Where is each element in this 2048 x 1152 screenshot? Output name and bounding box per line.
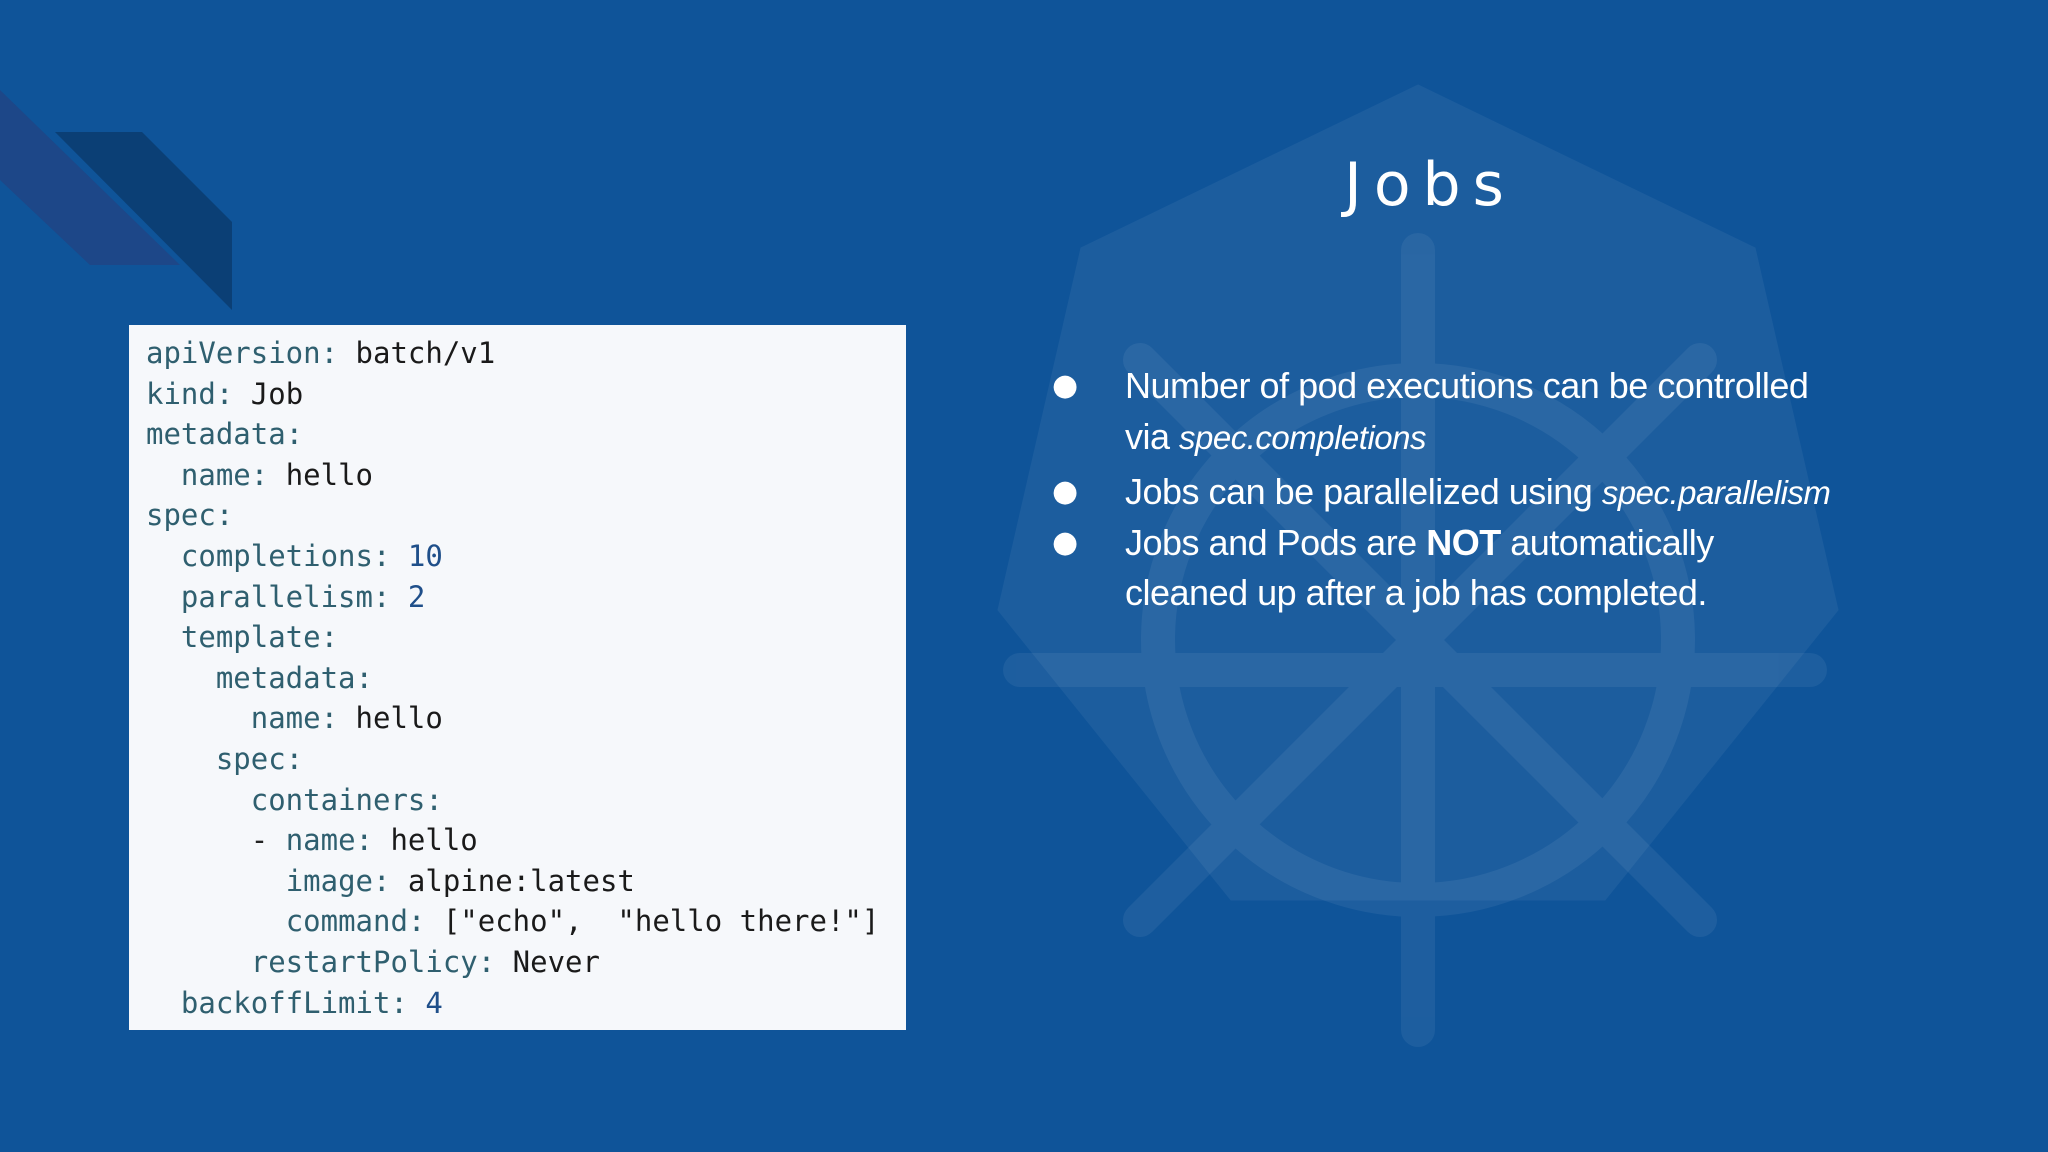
code-line: kind: Job xyxy=(146,374,906,415)
code-line: - name: hello xyxy=(146,820,906,861)
code-value: Never xyxy=(495,944,600,979)
bullet-text-line2: cleaned up after a job has completed. xyxy=(1125,572,1707,613)
code-value: alpine:latest xyxy=(390,863,635,898)
bullet-completions: ● Number of pod executions can be contro… xyxy=(1048,360,1948,463)
code-key: containers: xyxy=(250,782,443,817)
not-emphasis: NOT xyxy=(1426,522,1501,563)
code-value: ["echo", "hello there!"] xyxy=(425,904,880,939)
code-value: Job xyxy=(233,376,304,411)
code-line: command: ["echo", "hello there!"] xyxy=(146,901,906,942)
bullet-text-line1: Jobs and Pods are NOT automatically xyxy=(1125,518,1948,568)
code-value: hello xyxy=(268,457,373,492)
code-key: image: xyxy=(285,863,391,898)
slide-title: Jobs xyxy=(1344,150,1516,220)
yaml-code-block: apiVersion: batch/v1 kind: Job metadata: n… xyxy=(129,325,906,1030)
code-line: name: hello xyxy=(146,455,906,496)
spec-completions-term: spec.completions xyxy=(1179,419,1426,456)
bullet-text-prefix: Jobs can be parallelized using xyxy=(1125,471,1602,512)
bullet-text-suffix: automatically xyxy=(1500,522,1714,563)
code-line: parallelism: 2 xyxy=(146,577,906,618)
spec-parallelism-term: spec.parallelism xyxy=(1601,474,1831,511)
code-line: backoffLimit: 4 xyxy=(146,983,906,1024)
code-key: completions: xyxy=(180,538,391,573)
code-key: name: xyxy=(250,701,339,736)
code-key: metadata: xyxy=(146,417,304,452)
code-key: spec: xyxy=(215,741,304,776)
bullet-dot-icon: ● xyxy=(1052,525,1078,560)
code-value: batch/v1 xyxy=(338,336,496,370)
code-key: name: xyxy=(285,823,373,858)
code-line: containers: xyxy=(146,780,906,821)
code-key: name: xyxy=(180,457,269,492)
bullet-dot-icon: ● xyxy=(1052,368,1078,403)
code-key: template: xyxy=(180,620,339,655)
code-line: spec: xyxy=(146,739,906,780)
code-line: apiVersion: batch/v1 xyxy=(146,333,906,374)
bullet-parallelism: ● Jobs can be parallelized using spec.pa… xyxy=(1048,466,1948,518)
code-key: kind: xyxy=(146,376,234,411)
code-line: template: xyxy=(146,617,906,658)
code-line: name: hello xyxy=(146,698,906,739)
bullet-list: ● Number of pod executions can be contro… xyxy=(1048,360,1948,618)
code-key: apiVersion: xyxy=(146,336,339,370)
code-value: 10 xyxy=(390,538,443,573)
code-line: restartPolicy: Never xyxy=(146,942,906,983)
slide: Jobs apiVersion: batch/v1 kind: Job metada… xyxy=(0,0,2048,1152)
code-line: metadata: xyxy=(146,658,906,699)
code-line: metadata: xyxy=(146,414,906,455)
code-value: hello xyxy=(338,701,443,736)
code-line: completions: 10 xyxy=(146,536,906,577)
bullet-dot-icon: ● xyxy=(1052,474,1078,509)
bullet-text-line1: Number of pod executions can be controll… xyxy=(1125,365,1809,406)
bullet-cleanup: ● Jobs and Pods are NOT automatically cl… xyxy=(1048,518,1948,618)
code-key: parallelism: xyxy=(180,579,391,614)
code-key: metadata: xyxy=(215,660,373,695)
code-indent: - xyxy=(146,823,286,858)
code-key: spec: xyxy=(146,498,234,533)
code-key: command: xyxy=(285,904,426,939)
bullet-text-line2: via spec.completions xyxy=(1125,411,1948,463)
bullet-text-prefix: via xyxy=(1125,416,1180,457)
bullet-text-line1: Jobs can be parallelized using spec.para… xyxy=(1125,466,1948,518)
code-line: spec: xyxy=(146,495,906,536)
code-key: backoffLimit: xyxy=(180,985,408,1020)
bullet-text-prefix: Jobs and Pods are xyxy=(1125,522,1427,563)
code-value: hello xyxy=(373,823,478,858)
code-line: image: alpine:latest xyxy=(146,861,906,902)
code-value: 4 xyxy=(407,985,443,1020)
code-key: restartPolicy: xyxy=(250,944,496,979)
code-value: 2 xyxy=(390,579,426,614)
